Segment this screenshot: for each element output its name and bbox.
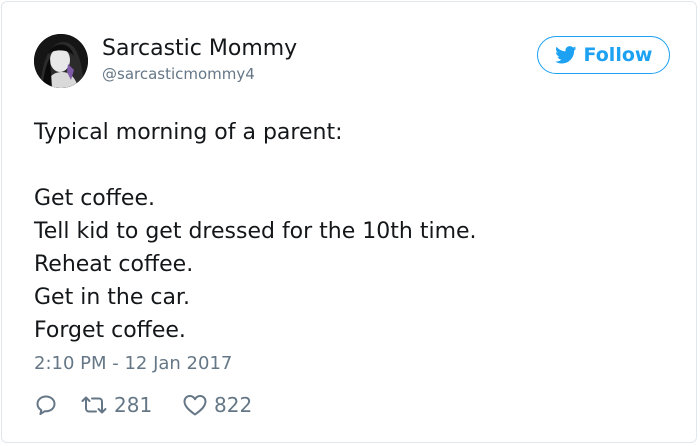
- reply-button[interactable]: [34, 393, 80, 417]
- retweet-icon: [80, 394, 108, 416]
- follow-button-label: Follow: [583, 44, 653, 66]
- twitter-bird-icon: [554, 46, 577, 64]
- tweet-text-line: Get coffee.: [34, 186, 155, 211]
- tweet-text-line: Reheat coffee.: [34, 252, 194, 277]
- heart-icon: [182, 393, 208, 417]
- profile-photo-icon: [34, 34, 88, 88]
- tweet-text: Typical morning of a parent: Get coffee.…: [34, 116, 674, 347]
- follow-button[interactable]: Follow: [537, 36, 670, 74]
- tweet-text-line: Get in the car.: [34, 285, 190, 310]
- tweet-text-line: Tell kid to get dressed for the 10th tim…: [34, 219, 477, 244]
- retweet-button[interactable]: 281: [80, 393, 182, 417]
- tweet-card: Sarcastic Mommy @sarcasticmommy4 Follow …: [1, 1, 697, 443]
- retweet-count: 281: [114, 393, 153, 417]
- tweet-text-line: Typical morning of a parent:: [34, 120, 343, 145]
- tweet-action-bar: 281 822: [34, 390, 252, 420]
- like-count: 822: [214, 393, 253, 417]
- like-button[interactable]: 822: [182, 393, 252, 417]
- author-display-name[interactable]: Sarcastic Mommy: [102, 35, 297, 63]
- reply-icon: [34, 393, 58, 417]
- tweet-text-line: Forget coffee.: [34, 318, 186, 343]
- tweet-timestamp[interactable]: 2:10 PM - 12 Jan 2017: [34, 352, 232, 376]
- author-handle[interactable]: @sarcasticmommy4: [102, 65, 255, 83]
- author-avatar[interactable]: [34, 34, 88, 88]
